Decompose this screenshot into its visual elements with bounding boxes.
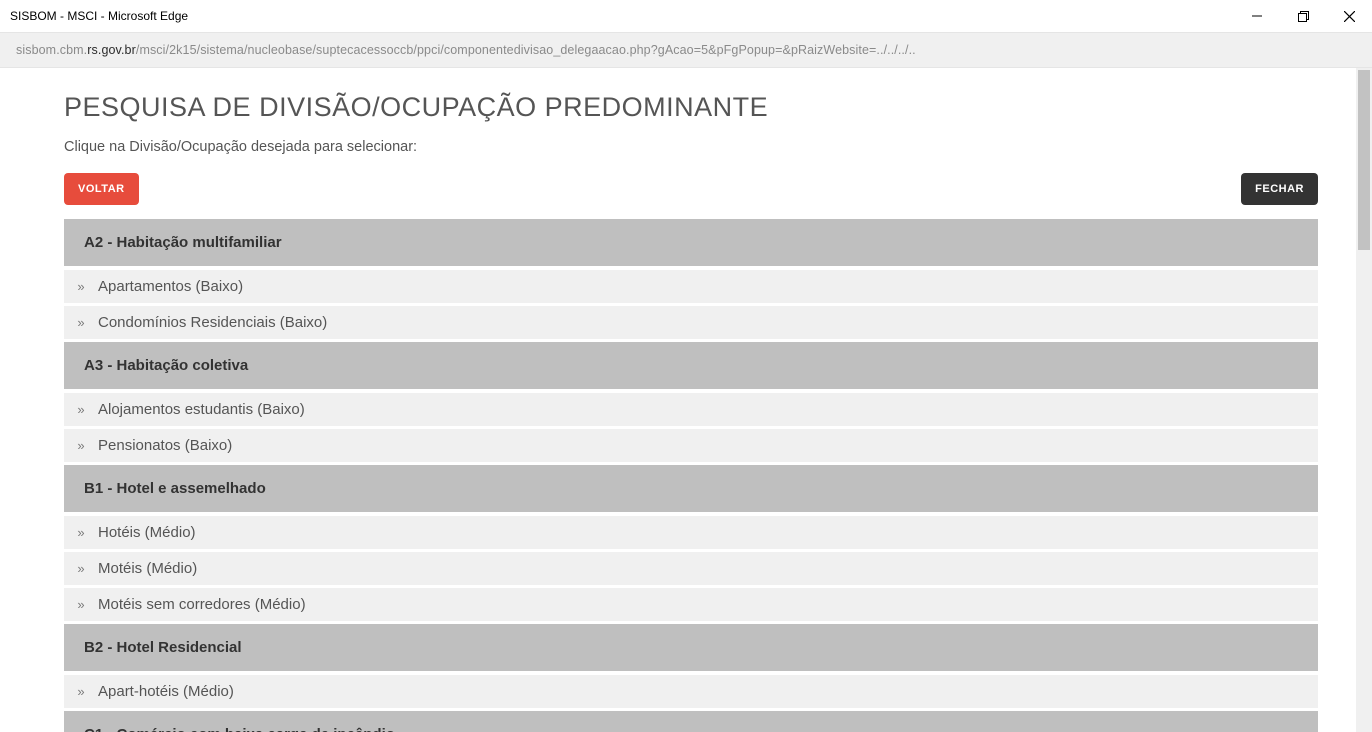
- maximize-icon: [1298, 11, 1309, 22]
- list-item[interactable]: » Apartamentos (Baixo): [64, 270, 1318, 303]
- back-button[interactable]: VOLTAR: [64, 173, 139, 205]
- list-item[interactable]: » Hotéis (Médio): [64, 516, 1318, 549]
- close-icon: [1344, 11, 1355, 22]
- list-item[interactable]: » Alojamentos estudantis (Baixo): [64, 393, 1318, 426]
- list-item[interactable]: » Motéis sem corredores (Médio): [64, 588, 1318, 621]
- list-item[interactable]: » Pensionatos (Baixo): [64, 429, 1318, 462]
- page-subtitle: Clique na Divisão/Ocupação desejada para…: [64, 139, 1318, 155]
- list-item-label: Hotéis (Médio): [98, 524, 196, 541]
- page-content: PESQUISA DE DIVISÃO/OCUPAÇÃO PREDOMINANT…: [0, 68, 1372, 732]
- minimize-button[interactable]: [1234, 0, 1280, 32]
- list-item[interactable]: » Motéis (Médio): [64, 552, 1318, 585]
- scrollbar-track[interactable]: [1356, 68, 1372, 732]
- close-button[interactable]: FECHAR: [1241, 173, 1318, 205]
- category-header: C1 - Comércio com baixa carga de incêndi…: [64, 711, 1318, 732]
- double-chevron-right-icon: »: [74, 316, 88, 329]
- category-header: A2 - Habitação multifamiliar: [64, 219, 1318, 266]
- window-titlebar: SISBOM - MSCI - Microsoft Edge: [0, 0, 1372, 32]
- url-host-main: rs.gov.br: [87, 43, 136, 57]
- list-item-label: Motéis sem corredores (Médio): [98, 596, 306, 613]
- list-item-label: Pensionatos (Baixo): [98, 437, 232, 454]
- page-title: PESQUISA DE DIVISÃO/OCUPAÇÃO PREDOMINANT…: [64, 92, 1318, 123]
- division-list: A2 - Habitação multifamiliar » Apartamento…: [64, 219, 1318, 732]
- double-chevron-right-icon: »: [74, 403, 88, 416]
- list-item-label: Apart-hotéis (Médio): [98, 683, 234, 700]
- category-header: B2 - Hotel Residencial: [64, 624, 1318, 671]
- double-chevron-right-icon: »: [74, 280, 88, 293]
- list-item[interactable]: » Condomínios Residenciais (Baixo): [64, 306, 1318, 339]
- list-item-label: Apartamentos (Baixo): [98, 278, 243, 295]
- category-header: B1 - Hotel e assemelhado: [64, 465, 1318, 512]
- window-title: SISBOM - MSCI - Microsoft Edge: [10, 9, 188, 23]
- url-path: /msci/2k15/sistema/nucleobase/suptecaces…: [136, 43, 916, 57]
- double-chevron-right-icon: »: [74, 562, 88, 575]
- button-row: VOLTAR FECHAR: [64, 173, 1318, 205]
- scrollbar-thumb[interactable]: [1358, 70, 1370, 250]
- double-chevron-right-icon: »: [74, 598, 88, 611]
- address-bar[interactable]: sisbom.cbm.rs.gov.br/msci/2k15/sistema/n…: [0, 32, 1372, 68]
- category-header: A3 - Habitação coletiva: [64, 342, 1318, 389]
- list-item[interactable]: » Apart-hotéis (Médio): [64, 675, 1318, 708]
- double-chevron-right-icon: »: [74, 439, 88, 452]
- minimize-icon: [1252, 11, 1262, 21]
- list-item-label: Alojamentos estudantis (Baixo): [98, 401, 305, 418]
- double-chevron-right-icon: »: [74, 685, 88, 698]
- list-item-label: Motéis (Médio): [98, 560, 197, 577]
- double-chevron-right-icon: »: [74, 526, 88, 539]
- list-item-label: Condomínios Residenciais (Baixo): [98, 314, 327, 331]
- page-viewport: PESQUISA DE DIVISÃO/OCUPAÇÃO PREDOMINANT…: [0, 68, 1372, 732]
- url-host-prefix: sisbom.cbm.: [16, 43, 87, 57]
- window-controls: [1234, 0, 1372, 32]
- maximize-button[interactable]: [1280, 0, 1326, 32]
- close-window-button[interactable]: [1326, 0, 1372, 32]
